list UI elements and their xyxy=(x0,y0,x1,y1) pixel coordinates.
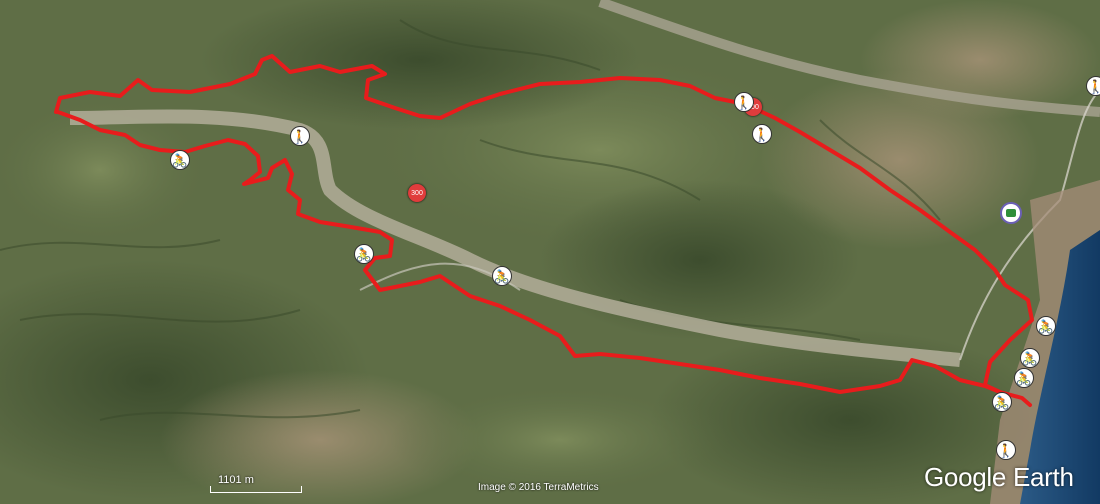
hiking-marker[interactable]: 🚶 xyxy=(996,440,1016,460)
cycling-icon: 🚴 xyxy=(1021,350,1039,366)
cycling-marker[interactable]: 🚴 xyxy=(170,150,190,170)
imagery-credit: Image © 2016 TerraMetrics xyxy=(478,482,599,493)
map-viewport[interactable]: 300 300 🚶 🚴 🚶 🚶 🚴 🚴 🚴 🚴 🚴 🚴 🚶 🚶 1101 m I… xyxy=(0,0,1100,504)
scale-bar xyxy=(210,486,302,493)
hiking-icon: 🚶 xyxy=(997,442,1015,458)
hiking-marker[interactable]: 🚶 xyxy=(752,124,772,144)
cycling-marker[interactable]: 🚴 xyxy=(1020,348,1040,368)
cycling-icon: 🚴 xyxy=(493,268,511,284)
google-earth-logo: Google Earth xyxy=(924,462,1074,492)
hiking-icon: 🚶 xyxy=(753,126,771,142)
hiking-marker[interactable]: 🚶 xyxy=(290,126,310,146)
cycling-icon: 🚴 xyxy=(355,246,373,262)
cycling-marker[interactable]: 🚴 xyxy=(492,266,512,286)
cycling-marker[interactable]: 🚴 xyxy=(354,244,374,264)
satellite-terrain xyxy=(0,0,1100,504)
scale-label: 1101 m xyxy=(218,474,254,486)
elevation-badge[interactable]: 300 xyxy=(408,184,426,202)
cycling-icon: 🚴 xyxy=(993,394,1011,410)
hiking-icon: 🚶 xyxy=(291,128,309,144)
hiking-marker[interactable]: 🚶 xyxy=(734,92,754,112)
hiking-icon: 🚶 xyxy=(735,94,753,110)
hiking-icon: 🚶 xyxy=(1087,78,1100,94)
cycling-icon: 🚴 xyxy=(171,152,189,168)
cycling-icon: 🚴 xyxy=(1037,318,1055,334)
cycling-icon: 🚴 xyxy=(1015,370,1033,386)
cycling-marker[interactable]: 🚴 xyxy=(1014,368,1034,388)
cycling-marker[interactable]: 🚴 xyxy=(1036,316,1056,336)
cycling-marker[interactable]: 🚴 xyxy=(992,392,1012,412)
place-flag-marker[interactable] xyxy=(1000,202,1022,224)
hiking-marker[interactable]: 🚶 xyxy=(1086,76,1100,96)
